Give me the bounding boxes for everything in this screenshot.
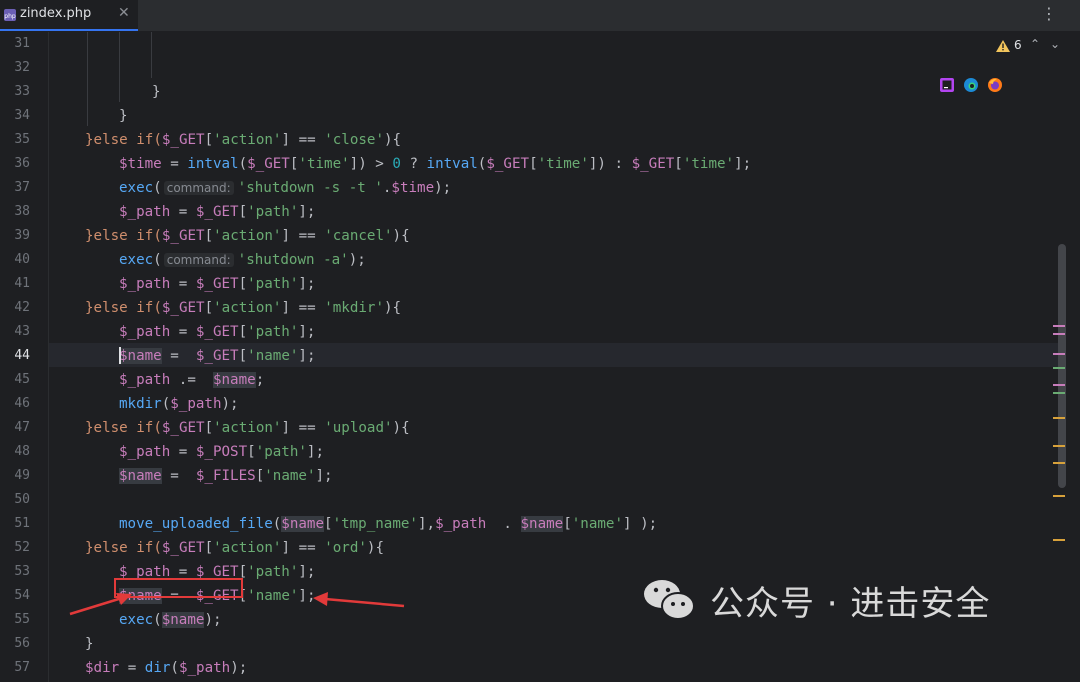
watermark-text: 公众号 · 进击安全 [710, 584, 991, 624]
arrow-left-pointing-exec [69, 593, 132, 616]
wechat-watermark: 公众号 · 进击安全 [640, 570, 1060, 630]
wechat-icon [644, 580, 695, 620]
arrow-pointing-get-name [313, 592, 405, 608]
